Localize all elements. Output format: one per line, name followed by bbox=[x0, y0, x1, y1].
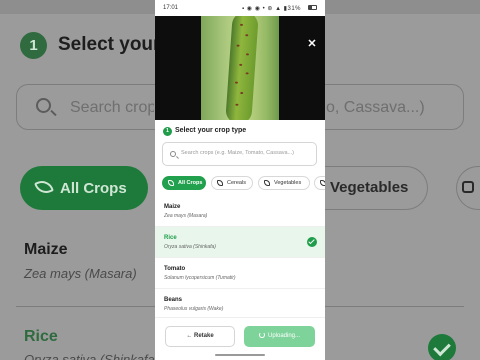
status-time: 17:01 bbox=[163, 5, 179, 11]
background-chip-vegetables-label: Vegetables bbox=[330, 179, 409, 196]
crop-item-maize[interactable]: Maize Zea mays (Masara) bbox=[155, 196, 325, 227]
screen: 1 Select your crop type Search crops (e.… bbox=[0, 0, 480, 360]
chip-all-crops[interactable]: All Crops bbox=[162, 176, 206, 190]
check-icon bbox=[307, 237, 317, 247]
spinner-icon bbox=[258, 332, 265, 338]
background-crop-name: Maize bbox=[24, 241, 68, 258]
background-crop-name: Rice bbox=[24, 328, 58, 345]
background-search-placeholder: Search crops (e.g. Maize, Tomato, Cassav… bbox=[70, 99, 154, 116]
chip-vegetables[interactable]: Vegetables bbox=[258, 176, 310, 190]
crop-name: Rice bbox=[164, 235, 177, 241]
search-placeholder: Search crops (e.g. Maize, Tomato, Cassav… bbox=[181, 150, 294, 156]
step-badge: 1 bbox=[163, 127, 172, 136]
retake-button[interactable]: ← Retake bbox=[165, 326, 235, 347]
crop-scientific-name: Solanum lycopersicum (Tumatir) bbox=[164, 275, 236, 281]
crop-item-tomato[interactable]: Tomato Solanum lycopersicum (Tumatir) bbox=[155, 258, 325, 289]
background-search-placeholder-right: o, Cassava...) bbox=[326, 99, 425, 116]
status-bar: 17:01 ▪ ◉ ◉ • ⊛ ▲ ▮31% bbox=[155, 0, 325, 16]
chip-next[interactable] bbox=[314, 176, 325, 190]
home-indicator bbox=[215, 354, 265, 356]
crop-scientific-name: Phaseolus vulgaris (Wake) bbox=[164, 306, 224, 312]
battery-icon bbox=[308, 5, 317, 10]
captured-leaf-photo: ✕ bbox=[155, 16, 325, 120]
filter-chips: All Crops Cereals Vegetables bbox=[162, 176, 325, 190]
background-crop-scientific: Oryza sativa (Shinkafa) bbox=[24, 352, 160, 360]
crop-scientific-name: Zea mays (Masara) bbox=[164, 213, 208, 219]
background-crop-scientific: Zea mays (Masara) bbox=[24, 266, 137, 281]
carrot-icon bbox=[264, 180, 270, 186]
status-icons: ▪ ◉ ◉ • ⊛ ▲ ▮31% bbox=[242, 6, 301, 12]
action-footer: ← Retake Uploading... bbox=[155, 317, 325, 360]
crop-item-beans[interactable]: Beans Phaseolus vulgaris (Wake) bbox=[155, 289, 325, 320]
upload-button[interactable]: Uploading... bbox=[244, 326, 315, 347]
crop-item-rice[interactable]: Rice Oryza sativa (Shinkafa) bbox=[155, 227, 325, 258]
crop-scientific-name: Oryza sativa (Shinkafa) bbox=[164, 244, 216, 250]
crop-name: Maize bbox=[164, 204, 181, 210]
divider bbox=[16, 306, 166, 307]
sheet-title: Select your crop type bbox=[175, 127, 247, 134]
fruit-icon bbox=[462, 181, 474, 193]
search-icon bbox=[170, 151, 176, 157]
background-step-badge: 1 bbox=[20, 32, 47, 59]
chip-cereals[interactable]: Cereals bbox=[211, 176, 253, 190]
crop-selection-sheet: 1 Select your crop type Search crops (e.… bbox=[155, 120, 325, 360]
back-arrow-icon: ← bbox=[186, 333, 193, 339]
crop-name: Tomato bbox=[164, 266, 186, 272]
leaf-icon bbox=[168, 180, 174, 186]
fruit-icon bbox=[320, 180, 325, 186]
divider bbox=[324, 306, 464, 307]
grain-icon bbox=[217, 180, 223, 186]
check-icon bbox=[428, 334, 456, 360]
close-icon[interactable]: ✕ bbox=[306, 38, 318, 50]
phone-screen: 17:01 ▪ ◉ ◉ • ⊛ ▲ ▮31% ✕ 1 Select your c… bbox=[155, 0, 325, 360]
crop-name: Beans bbox=[164, 297, 183, 303]
search-icon bbox=[36, 98, 51, 113]
crop-search-input[interactable]: Search crops (e.g. Maize, Tomato, Cassav… bbox=[162, 142, 317, 166]
